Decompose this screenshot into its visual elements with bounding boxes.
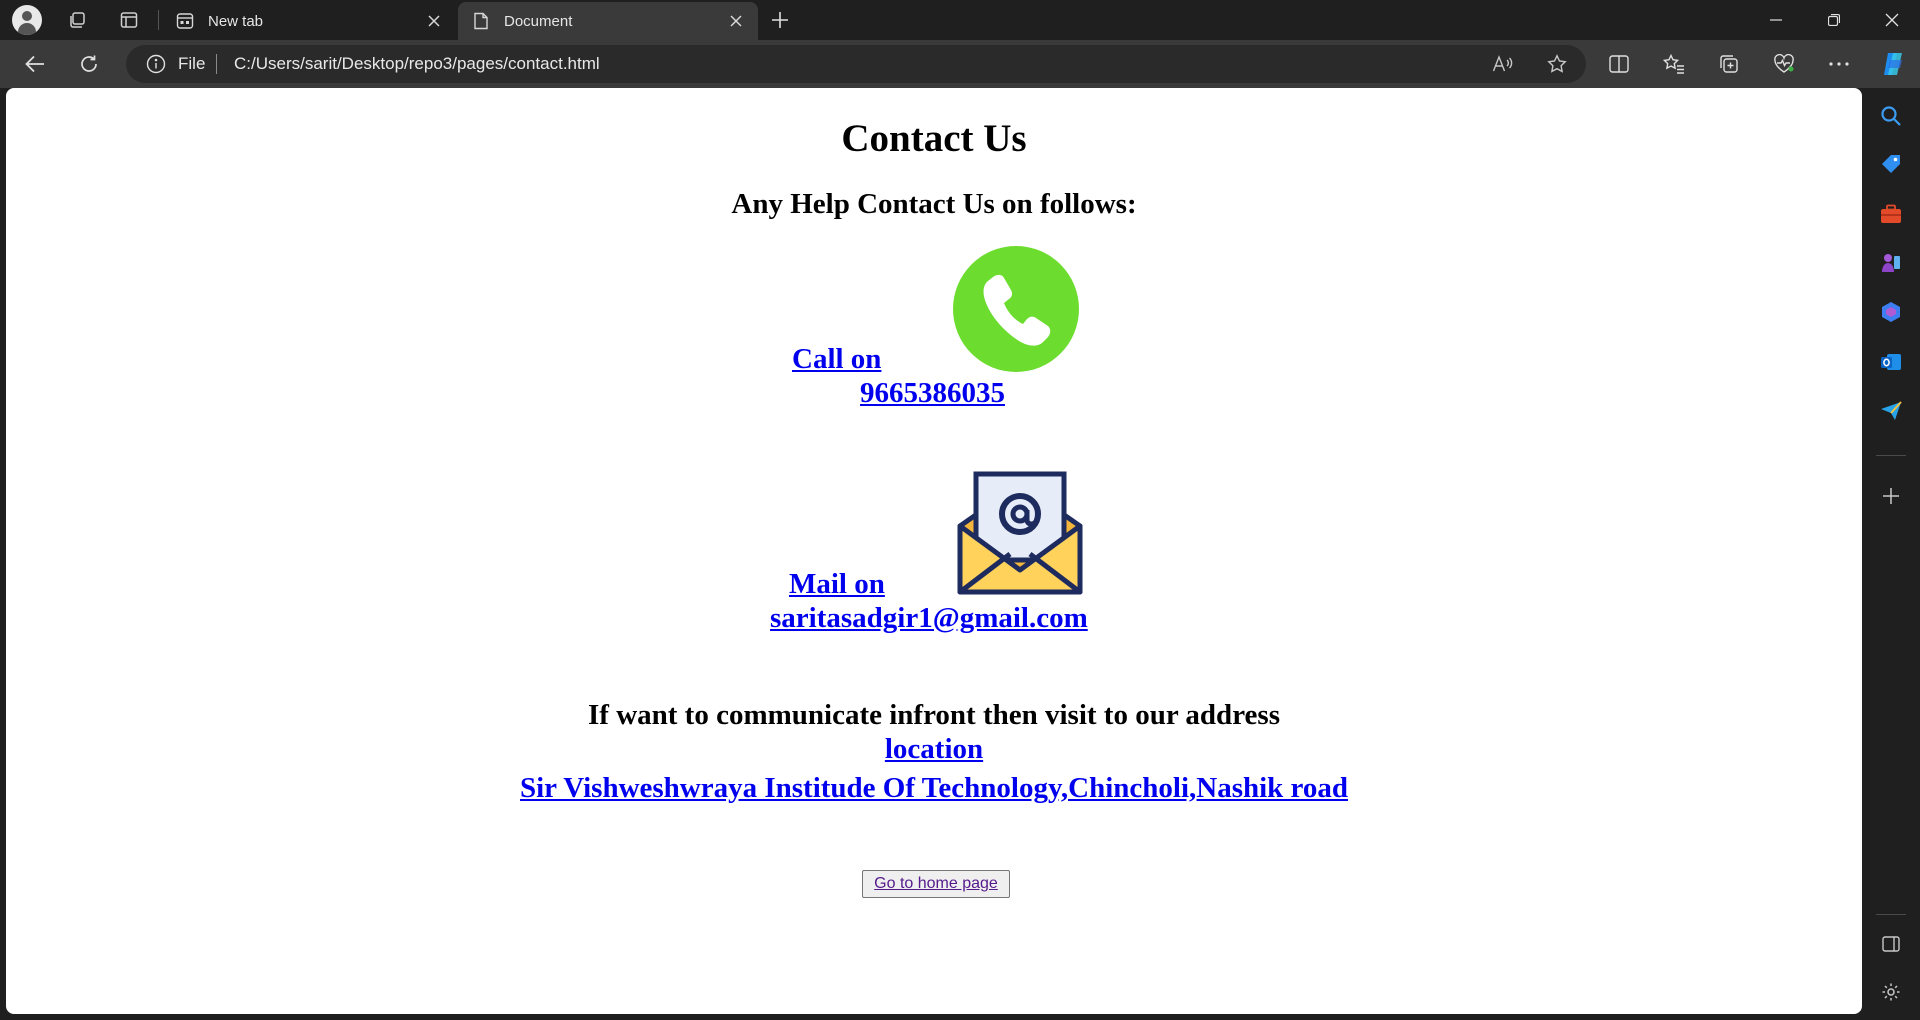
games-icon[interactable] [1877, 249, 1905, 277]
home-page-button[interactable]: Go to home page [862, 870, 1010, 898]
browser-toolbar: File C:/Users/sarit/Desktop/repo3/pages/… [0, 40, 1920, 88]
add-icon[interactable] [1877, 482, 1905, 510]
address-bar[interactable]: File C:/Users/sarit/Desktop/repo3/pages/… [126, 45, 1586, 83]
edge-sidebar [1862, 88, 1920, 1020]
mail-link[interactable]: Mail on [789, 568, 953, 601]
page-subtitle: Any Help Contact Us on follows: [731, 188, 1137, 220]
vertical-tabs-icon[interactable] [112, 4, 146, 36]
microsoft-365-icon[interactable] [1877, 298, 1905, 326]
address-section: If want to communicate infront then visi… [6, 698, 1862, 810]
back-button[interactable] [18, 48, 52, 80]
tab-label: New tab [208, 12, 264, 30]
site-info-icon[interactable] [146, 54, 166, 74]
tab-new-tab[interactable]: New tab [162, 2, 456, 40]
call-label: Call on [792, 343, 882, 375]
more-options-icon[interactable] [1822, 48, 1856, 80]
address-intro: If want to communicate infront then visi… [588, 699, 1280, 731]
page-title: Contact Us [841, 117, 1027, 160]
tab-document[interactable]: Document [458, 2, 758, 40]
hide-sidebar-icon[interactable] [1877, 930, 1905, 958]
new-tab-page-icon [176, 12, 194, 30]
collections-icon[interactable] [1712, 48, 1746, 80]
address-separator [216, 54, 217, 74]
browser-essentials-icon[interactable] [1767, 48, 1801, 80]
mail-label: Mail on [789, 568, 885, 600]
page-viewport: Contact Us Any Help Contact Us on follow… [6, 88, 1862, 1014]
copilot-icon[interactable] [1876, 48, 1910, 80]
favorite-star-icon[interactable] [1544, 52, 1570, 76]
tools-briefcase-icon[interactable] [1877, 200, 1905, 228]
read-aloud-icon[interactable] [1490, 52, 1516, 76]
outlook-icon[interactable] [1877, 348, 1905, 376]
split-screen-icon[interactable] [1602, 48, 1636, 80]
tab-separator [158, 10, 159, 30]
close-tab-icon[interactable] [726, 11, 746, 31]
close-window-button[interactable] [1864, 0, 1920, 40]
address-link[interactable]: Sir Vishweshwraya Institude Of Technolog… [520, 772, 1348, 804]
email-link[interactable]: saritasadgir1@gmail.com [770, 602, 1088, 635]
drop-send-icon[interactable] [1877, 397, 1905, 425]
minimize-button[interactable] [1748, 0, 1804, 40]
document-icon [472, 12, 490, 30]
profile-avatar[interactable] [12, 5, 42, 35]
sidebar-divider [1876, 455, 1906, 456]
url-text[interactable]: C:/Users/sarit/Desktop/repo3/pages/conta… [234, 54, 600, 74]
phone-icon[interactable] [953, 246, 1079, 372]
refresh-button[interactable] [72, 48, 106, 80]
sidebar-divider [1876, 914, 1906, 915]
tab-strip: New tab Document [0, 0, 1920, 40]
search-icon[interactable] [1877, 102, 1905, 130]
scheme-label: File [178, 54, 206, 73]
new-tab-button[interactable] [764, 4, 796, 36]
location-link[interactable]: location [885, 733, 983, 765]
shopping-tag-icon[interactable] [1877, 150, 1905, 178]
restore-button[interactable] [1806, 0, 1862, 40]
favorites-icon[interactable] [1657, 48, 1691, 80]
envelope-icon[interactable] [954, 470, 1086, 598]
call-link[interactable]: Call on [792, 343, 949, 376]
workspaces-icon[interactable] [60, 4, 94, 36]
call-number-link[interactable]: 9665386035 [860, 377, 1005, 410]
tab-label: Document [504, 12, 573, 30]
close-tab-icon[interactable] [424, 11, 444, 31]
settings-gear-icon[interactable] [1877, 978, 1905, 1006]
